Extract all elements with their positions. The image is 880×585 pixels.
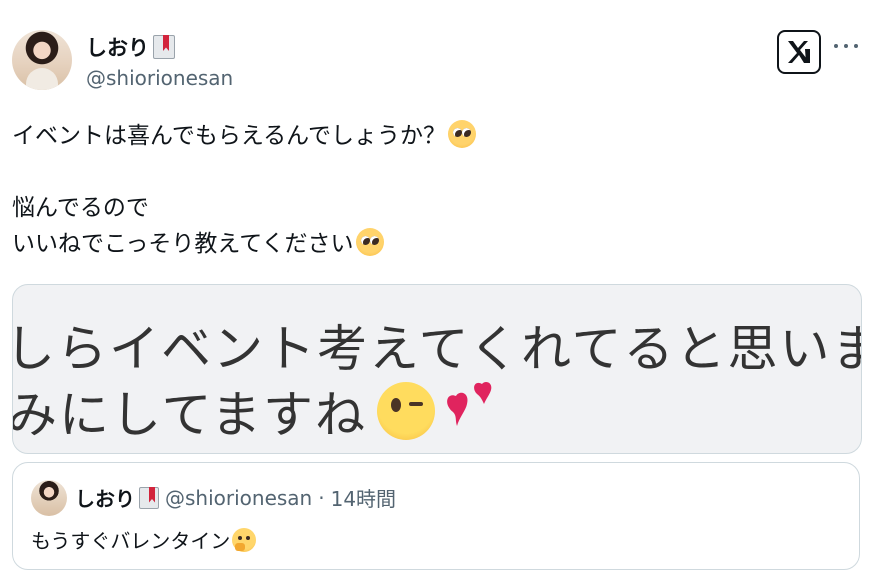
more-options-icon[interactable] [834, 34, 858, 58]
quoted-tweet-time[interactable]: 14時間 [331, 483, 396, 512]
tweet-line-2: 悩んでるので [12, 195, 149, 221]
tweet-line-1: イベントは喜んでもらえるんでしょうか？ [12, 123, 447, 149]
pleading-face-emoji [448, 120, 477, 148]
quoted-author-handle[interactable]: @shiorionesan [165, 486, 312, 510]
bookmark-book-icon [139, 486, 159, 509]
image-text-line-1: しらイベント考えてくれてると思いま [12, 320, 862, 378]
author-display-name[interactable]: しおり [86, 32, 149, 62]
attached-image[interactable]: しらイベント考えてくれてると思いま みにしてますね [12, 284, 862, 454]
image-text-line-2-label: みにしてますね [12, 386, 367, 444]
quoted-tweet[interactable]: しおり @shiorionesan · 14時間 もうすぐバレンタイン [12, 462, 860, 570]
author-handle[interactable]: @shiorionesan [86, 66, 233, 90]
quoted-tweet-text-label: もうすぐバレンタイン [31, 529, 231, 553]
quoted-tweet-header: しおり @shiorionesan · 14時間 [75, 483, 396, 512]
pleading-face-emoji [355, 228, 384, 256]
x-grok-icon[interactable] [777, 30, 821, 74]
tweet-header: しおり @shiorionesan [12, 30, 868, 92]
author-name-row[interactable]: しおり [86, 32, 175, 62]
tweet-body: イベントは喜んでもらえるんでしょうか？ 悩んでるので いいねでこっそり教えてくだ… [12, 118, 852, 262]
two-hearts-emoji [447, 382, 492, 426]
tweet-line-3: いいねでこっそり教えてください [12, 231, 354, 257]
winking-face-emoji [377, 382, 435, 440]
thinking-face-emoji [232, 528, 257, 552]
quoted-tweet-text: もうすぐバレンタイン [31, 525, 257, 554]
separator-dot: · [318, 485, 325, 510]
bookmark-book-icon [153, 35, 175, 59]
quoted-author-avatar[interactable] [31, 480, 67, 516]
image-text-line-2: みにしてますね [12, 375, 505, 447]
quoted-author-name[interactable]: しおり [75, 483, 135, 512]
author-avatar[interactable] [12, 30, 72, 90]
